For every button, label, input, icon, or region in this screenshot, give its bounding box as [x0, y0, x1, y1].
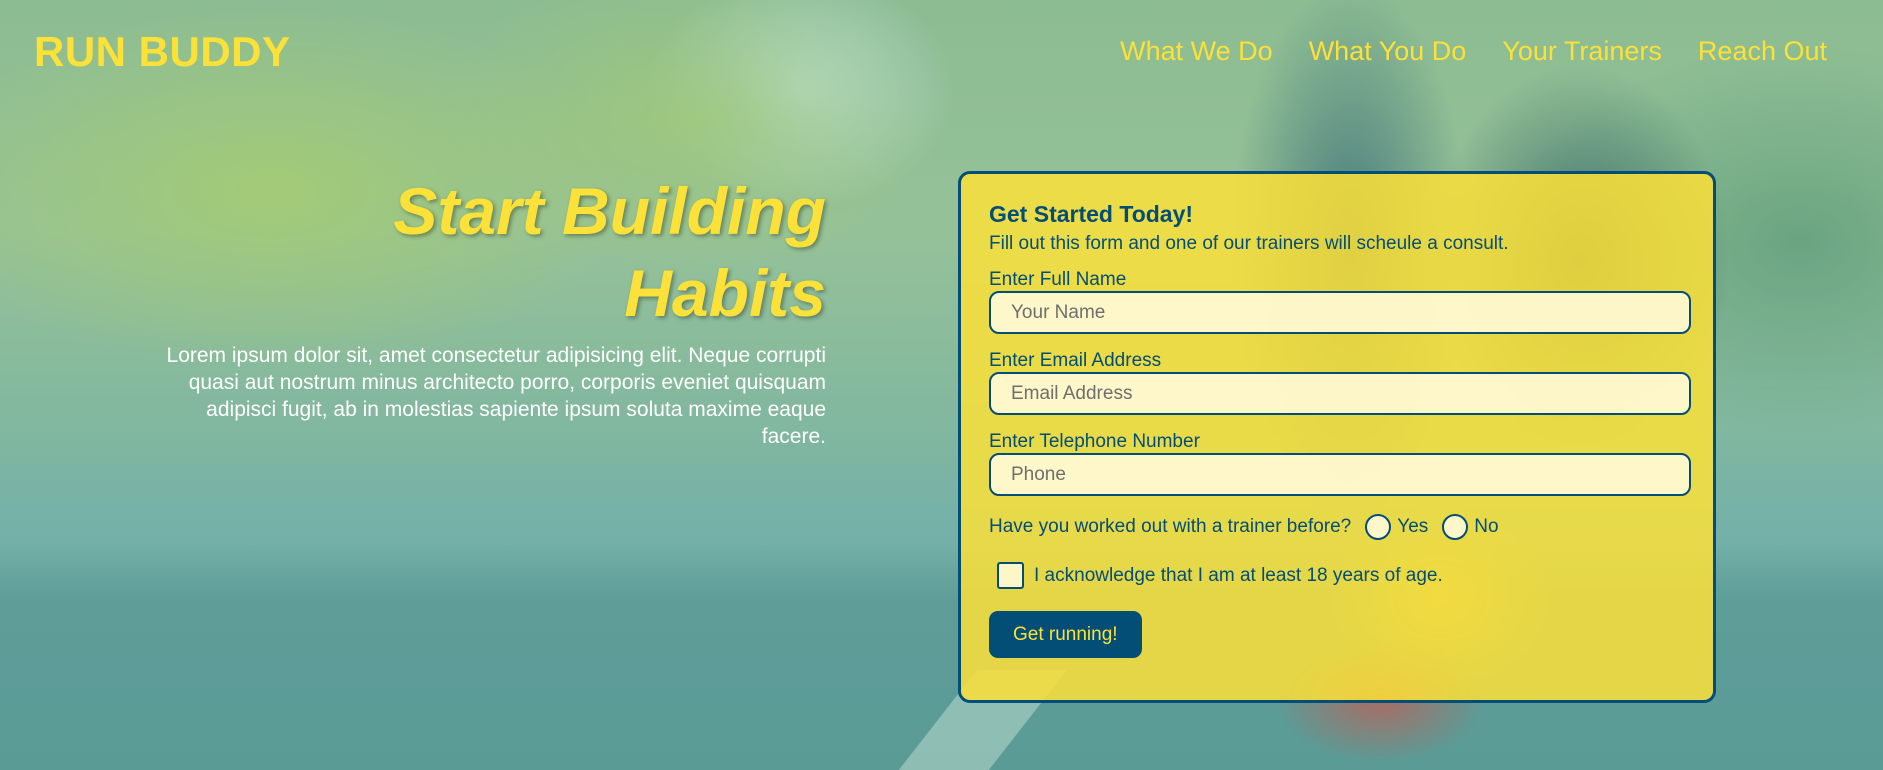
hero-intro: Start Building Habits Lorem ipsum dolor … [150, 170, 826, 450]
main-nav: What We Do What You Do Your Trainers Rea… [1120, 34, 1827, 68]
name-field-label: Enter Full Name [989, 269, 1127, 290]
nav-link-your-trainers[interactable]: Your Trainers [1502, 34, 1662, 68]
page: RUN BUDDY What We Do What You Do Your Tr… [0, 0, 1883, 770]
site-logo[interactable]: RUN BUDDY [34, 30, 291, 74]
trainer-question-row: Have you worked out with a trainer befor… [989, 514, 1687, 540]
trainer-question-label: Have you worked out with a trainer befor… [989, 516, 1352, 537]
hero-title: Start Building Habits [150, 170, 826, 334]
email-field-label: Enter Email Address [989, 350, 1162, 371]
site-header: RUN BUDDY What We Do What You Do Your Tr… [0, 0, 1883, 100]
name-input[interactable] [989, 291, 1691, 334]
form-heading: Get Started Today! [989, 201, 1194, 227]
phone-input[interactable] [989, 453, 1691, 496]
nav-link-reach-out[interactable]: Reach Out [1698, 34, 1827, 68]
radio-no[interactable] [1442, 514, 1469, 540]
age-acknowledge-row: I acknowledge that I am at least 18 year… [997, 562, 1687, 589]
age-checkbox-label: I acknowledge that I am at least 18 year… [1034, 564, 1443, 586]
form-subtext: Fill out this form and one of our traine… [989, 233, 1509, 254]
age-checkbox[interactable] [997, 562, 1024, 589]
nav-link-what-you-do[interactable]: What You Do [1309, 34, 1467, 68]
radio-yes[interactable] [1365, 514, 1392, 540]
radio-yes-label: Yes [1397, 516, 1429, 537]
phone-field-label: Enter Telephone Number [989, 431, 1200, 452]
signup-form: Get Started Today! Fill out this form an… [958, 171, 1716, 703]
nav-link-what-we-do[interactable]: What We Do [1120, 34, 1273, 68]
email-input[interactable] [989, 372, 1691, 415]
hero-title-line-2: Habits [624, 256, 826, 330]
hero-title-line-1: Start Building [393, 174, 826, 248]
hero-description: Lorem ipsum dolor sit, amet consectetur … [166, 344, 826, 448]
radio-no-label: No [1474, 516, 1499, 537]
submit-button[interactable]: Get running! [989, 611, 1142, 658]
